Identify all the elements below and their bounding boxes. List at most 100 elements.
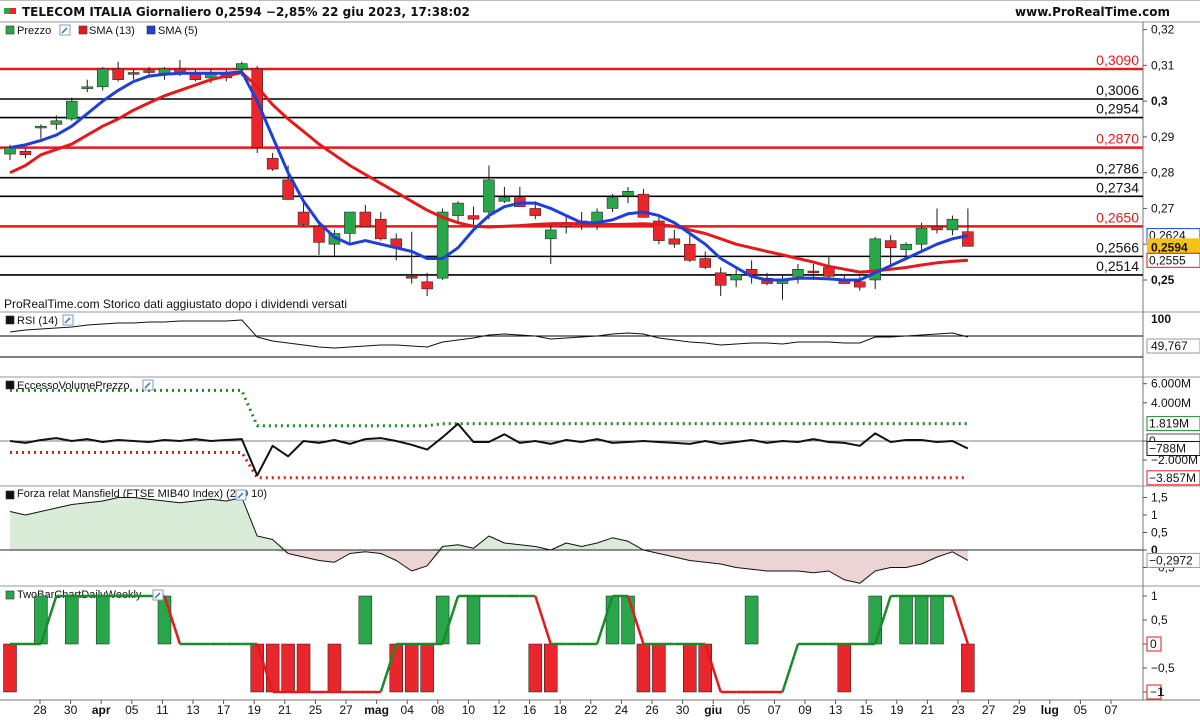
x-tick-label: 17 [217, 703, 231, 717]
twobar-y-tick-label: −0,5 [1151, 661, 1175, 675]
x-tick-label: 16 [523, 703, 537, 717]
twobar-down-bar [961, 643, 975, 693]
twobar-up-bar [65, 595, 79, 645]
candle-body [421, 281, 433, 290]
twobar-down-bar [327, 643, 342, 693]
candle-body [714, 272, 727, 286]
x-tick-label: 21 [921, 703, 935, 717]
x-tick-label: 12 [492, 703, 506, 717]
x-tick-label: 28 [33, 703, 47, 717]
twobar-up-bar [899, 595, 913, 645]
candle-body [498, 197, 511, 202]
mansfield-y-tick-label: 0,5 [1151, 526, 1168, 540]
volume-last-label: −788M [1149, 442, 1186, 456]
legend-price[interactable]: Prezzo [17, 25, 51, 37]
last-price-label: 0,2594 [1151, 240, 1188, 254]
x-tick-label: 25 [309, 703, 323, 717]
candle-body [854, 281, 866, 288]
legend-sma13[interactable]: SMA (13) [89, 25, 135, 37]
rsi-title[interactable]: RSI (14) [17, 315, 58, 327]
legend-sma5[interactable]: SMA (5) [158, 25, 198, 37]
chart-canvas: TELECOM ITALIA Giornaliero 0,2594 −2,85%… [0, 0, 1200, 720]
candle-body [35, 125, 47, 129]
twobar-down-bar [652, 643, 666, 693]
candle-body [622, 191, 634, 197]
brand-link[interactable]: www.ProRealTime.com [1015, 5, 1170, 19]
legend-sma13-swatch [78, 25, 88, 35]
legend-price-swatch [5, 25, 15, 35]
rsi-swatch [5, 315, 15, 325]
candle-body [884, 240, 897, 249]
candle-body [606, 197, 619, 209]
volume-last-label: 1.819M [1149, 417, 1189, 431]
twobar-down-bar [683, 643, 697, 693]
candle-body [684, 243, 696, 261]
candle-body [66, 100, 78, 120]
candle-body [50, 120, 63, 125]
candle-body [375, 218, 387, 240]
twobar-down-bar [250, 643, 264, 693]
background [0, 0, 1200, 720]
price-y-tick-label: 0,3 [1151, 94, 1168, 108]
x-tick-label: giu [704, 703, 722, 717]
x-tick-label: 29 [1013, 703, 1027, 717]
x-tick-label: 19 [248, 703, 262, 717]
x-tick-label: 07 [1104, 703, 1118, 717]
twobar-y-tick-label: 1 [1151, 589, 1158, 603]
candle-body [266, 158, 279, 170]
candle-body [730, 274, 742, 281]
candle-body [143, 70, 155, 73]
x-tick-label: 22 [584, 703, 598, 717]
candle-body [313, 226, 325, 243]
price-level-label: 0,2870 [1096, 131, 1139, 147]
price-y-tick-label: 0,28 [1151, 166, 1175, 180]
x-tick-label: 15 [860, 703, 874, 717]
twobar-y-tick-label: 0,5 [1151, 613, 1168, 627]
x-tick-label: 21 [278, 703, 292, 717]
x-tick-label: 19 [890, 703, 904, 717]
x-tick-label: 05 [737, 703, 751, 717]
twobar-last-label: −1 [1150, 685, 1164, 699]
volume-y-tick-label: 6.000M [1151, 377, 1191, 391]
x-tick-label: 05 [1074, 703, 1088, 717]
twobar-down-bar [698, 643, 712, 693]
price-level-label: 0,2786 [1096, 161, 1139, 177]
twobar-up-bar [930, 595, 944, 645]
candle-body [915, 227, 928, 245]
twobar-up-bar [466, 595, 481, 645]
price-y-tick-label: 0,31 [1151, 58, 1175, 72]
candle-body [792, 268, 804, 277]
candle-body [545, 229, 557, 240]
x-tick-label: mag [364, 703, 389, 717]
candle-body [467, 215, 480, 220]
candle-body [931, 226, 943, 231]
header-up-square [4, 8, 10, 14]
twobar-down-bar [281, 643, 295, 693]
twobar-up-bar [605, 595, 620, 645]
candle-body [344, 211, 356, 234]
x-tick-label: 07 [768, 703, 782, 717]
candle-body [483, 179, 495, 213]
x-tick-label: 27 [339, 703, 353, 717]
candle-body [81, 86, 93, 89]
twobar-down-bar [3, 643, 17, 693]
price-level-label: 0,2954 [1096, 101, 1139, 117]
twobar-down-bar [636, 643, 651, 693]
candle-body [236, 63, 248, 70]
chart-title: TELECOM ITALIA Giornaliero 0,2594 −2,85%… [22, 5, 470, 19]
x-tick-label: 05 [125, 703, 139, 717]
x-tick-label: 04 [401, 703, 415, 717]
candle-body [127, 72, 140, 75]
price-level-label: 0,3090 [1096, 52, 1139, 68]
mansfield-swatch [5, 490, 15, 500]
x-tick-label: 10 [462, 703, 476, 717]
rsi-y-tick-label: 100 [1151, 312, 1171, 326]
volume-swatch [5, 380, 15, 390]
candle-body [946, 218, 959, 231]
twobar-down-bar [265, 643, 280, 693]
x-tick-label: 18 [554, 703, 568, 717]
candle-body [297, 211, 310, 225]
twobar-up-bar [95, 595, 110, 645]
candle-body [900, 243, 912, 250]
legend-sma5-swatch [146, 25, 156, 35]
